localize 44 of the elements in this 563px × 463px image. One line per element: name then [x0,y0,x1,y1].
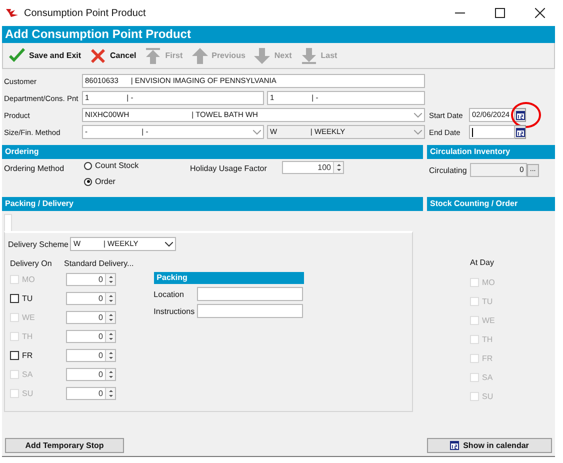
location-field[interactable] [196,287,303,301]
day-checkbox[interactable]: FR [8,351,66,360]
app-logo-icon [6,8,18,18]
field-label: Delivery Scheme [8,240,68,248]
calendar-icon [516,128,524,136]
quantity-spinner[interactable]: 0 [66,349,116,362]
maximize-icon[interactable] [495,8,505,18]
check-icon [8,46,26,64]
end-date-field[interactable] [469,125,515,139]
column-label: Delivery On [10,258,53,268]
section-header: Packing / Delivery [2,197,423,211]
up-arrow-icon [190,46,209,64]
instructions-field[interactable] [196,304,303,318]
up-arrow-bar-icon [144,46,162,64]
section-header: Circulation Inventory [427,145,555,159]
holiday-factor-spinner[interactable]: 100 [282,161,344,174]
down-arrow-bar-icon [300,46,318,64]
section-header: Ordering [2,145,423,159]
radio-option[interactable]: Order [84,177,190,186]
day-checkbox[interactable]: TU [8,294,66,303]
close-icon[interactable] [535,8,545,18]
field-label: Holiday Usage Factor [190,164,268,173]
calendar-icon [516,110,524,120]
column-label: Standard Delivery... [64,258,134,268]
show-in-calendar-button[interactable]: Show in calendar [427,438,552,453]
radio-option[interactable]: Count Stock [84,161,190,170]
field-label: Circulating [429,166,467,174]
calendar-button[interactable] [514,125,526,139]
toolbar-button[interactable]: Save and Exit [6,44,84,66]
calendar-icon [450,441,460,450]
add-temporary-stop-button[interactable]: Add Temporary Stop [5,438,124,453]
column-label: At Day [470,258,496,269]
down-arrow-icon [253,46,272,64]
packing-header: Packing [154,272,304,284]
page-header: Add Consumption Point Product [2,26,555,43]
toolbar-button[interactable]: Cancel [87,44,138,66]
window-title: Consumption Point Product [24,8,146,18]
field-label: Ordering Method [4,164,66,173]
field-label: Location [154,290,185,298]
close-icon [89,46,108,64]
quantity-spinner[interactable]: 0 [66,292,116,305]
calendar-button[interactable] [514,108,526,122]
section-header: Stock Counting / Order [427,197,555,211]
field-label: Instructions [154,306,196,316]
